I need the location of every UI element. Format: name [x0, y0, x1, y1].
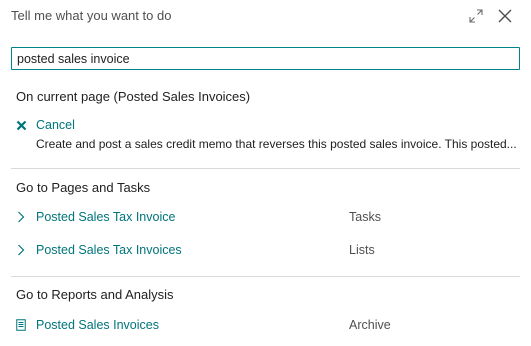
cancel-action-label: Cancel: [36, 118, 75, 132]
result-label: Posted Sales Tax Invoices: [36, 243, 182, 257]
divider: [11, 276, 520, 277]
section-title-reports: Go to Reports and Analysis: [16, 287, 174, 302]
cancel-x-icon: [14, 118, 28, 132]
result-category: Tasks: [349, 210, 381, 224]
divider: [11, 168, 520, 169]
result-row-posted-sales-invoices[interactable]: Posted Sales Invoices Archive: [11, 314, 520, 336]
tell-me-dialog: Tell me what you want to do On current p…: [0, 0, 531, 346]
result-category: Archive: [349, 318, 391, 332]
expand-icon[interactable]: [467, 7, 485, 25]
close-icon[interactable]: [496, 7, 514, 25]
result-row-posted-sales-tax-invoices[interactable]: Posted Sales Tax Invoices Lists: [11, 239, 520, 261]
chevron-right-icon: [14, 243, 28, 257]
result-label: Posted Sales Invoices: [36, 318, 159, 332]
result-label: Posted Sales Tax Invoice: [36, 210, 176, 224]
cancel-action-description: Create and post a sales credit memo that…: [36, 137, 517, 151]
result-category: Lists: [349, 243, 375, 257]
cancel-action[interactable]: Cancel: [14, 118, 75, 132]
section-title-current-page: On current page (Posted Sales Invoices): [16, 89, 251, 104]
section-title-pages-tasks: Go to Pages and Tasks: [16, 180, 151, 195]
dialog-title: Tell me what you want to do: [11, 8, 172, 23]
result-row-posted-sales-tax-invoice[interactable]: Posted Sales Tax Invoice Tasks: [11, 206, 520, 228]
chevron-right-icon: [14, 210, 28, 224]
report-document-icon: [14, 318, 28, 332]
search-input[interactable]: [11, 47, 520, 70]
